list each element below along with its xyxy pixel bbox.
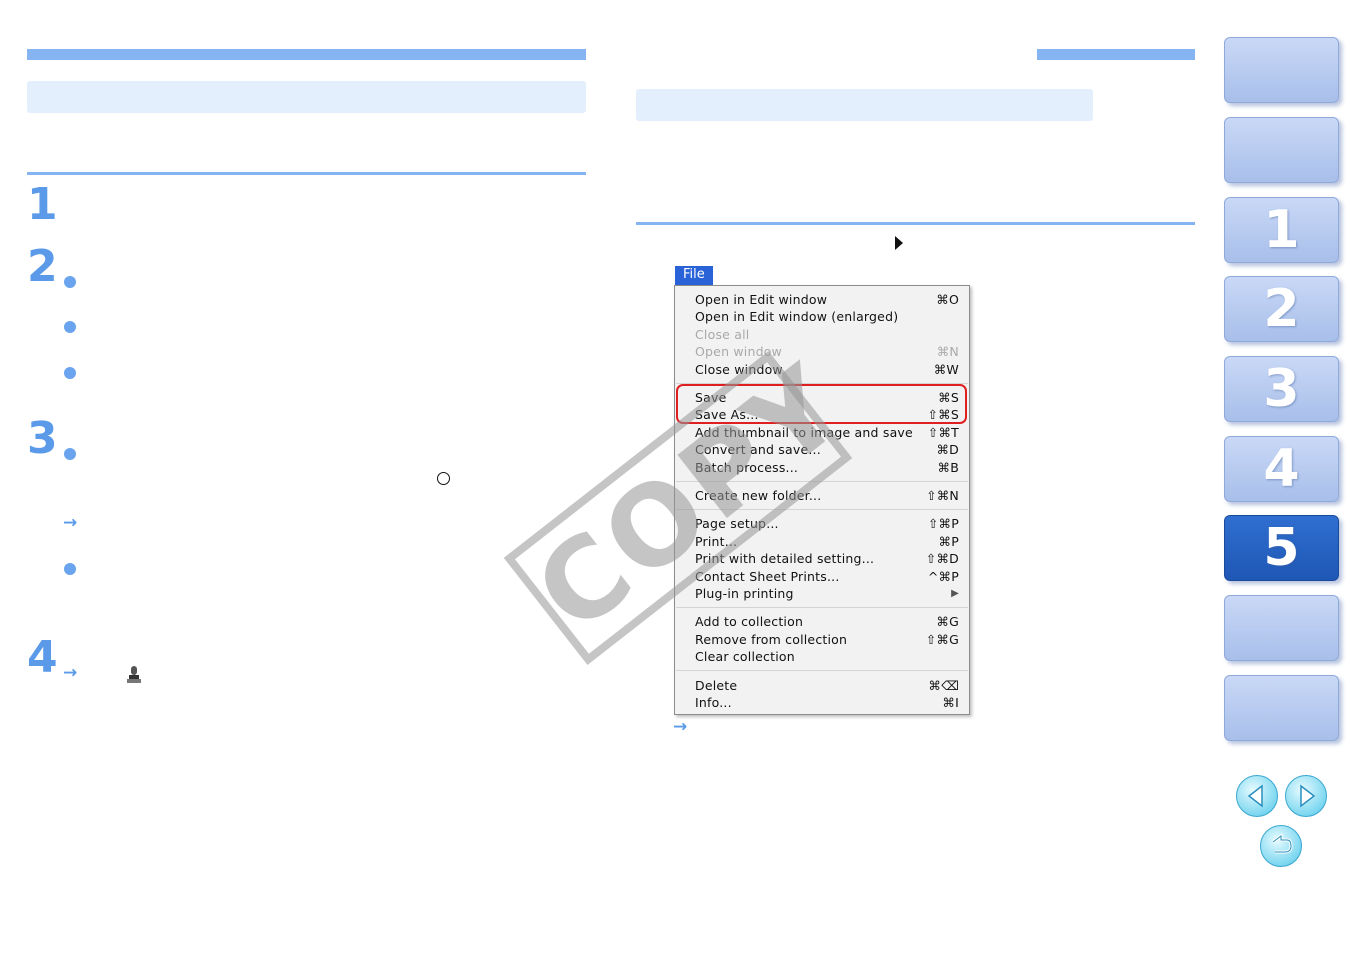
return-button[interactable] (1260, 825, 1302, 867)
step-number-2: 2 (27, 241, 58, 292)
bullet-icon (64, 321, 76, 333)
prev-arrow-icon (1247, 784, 1263, 808)
menu-item: Open window ⌘N (695, 344, 959, 359)
tab-chapter-4[interactable]: 4 (1224, 436, 1339, 502)
bullet-icon (64, 448, 76, 460)
menu-item[interactable]: Clear collection (695, 648, 959, 665)
tab-introduction[interactable] (1224, 117, 1339, 183)
bullet-icon (64, 563, 76, 575)
tab-index[interactable] (1224, 595, 1339, 661)
menu-item[interactable]: Remove from collection ⇧⌘G (695, 631, 959, 648)
left-header-bar (27, 49, 586, 60)
step-number-4: 4 (27, 632, 58, 683)
menu-item[interactable]: Contact Sheet Prints... ^⌘P (695, 568, 959, 585)
bullet-icon (64, 367, 76, 379)
tab-chapter-3[interactable]: 3 (1224, 356, 1339, 422)
menu-separator (676, 670, 968, 671)
tab-contents[interactable] (1224, 37, 1339, 103)
result-arrow-icon: → (673, 717, 688, 737)
tab-chapter-2[interactable]: 2 (1224, 276, 1339, 342)
circle-icon (437, 472, 450, 485)
menu-item[interactable]: Delete ⌘⌫ (695, 677, 959, 694)
result-arrow-icon: → (63, 663, 78, 683)
bullet-icon (64, 276, 76, 288)
menu-item[interactable]: Plug-in printing ▶ (695, 585, 959, 602)
tab-appendix[interactable] (1224, 675, 1339, 741)
menu-item[interactable]: Info... ⌘I (695, 694, 959, 711)
menu-separator (676, 607, 968, 608)
next-page-button[interactable] (1285, 775, 1327, 817)
return-icon (1272, 833, 1293, 854)
next-arrow-icon (1300, 784, 1316, 808)
stamp-icon (126, 665, 142, 685)
menu-item: Close all (695, 327, 750, 342)
file-menu-tab[interactable]: File (675, 266, 713, 285)
right-section-rule (636, 222, 1195, 225)
menu-item[interactable]: Open in Edit window ⌘O (695, 291, 959, 308)
menu-item[interactable]: Print with detailed setting... ⇧⌘D (695, 550, 959, 567)
tab-chapter-1[interactable]: 1 (1224, 197, 1339, 263)
menu-item[interactable]: Open in Edit window (enlarged) (695, 308, 959, 325)
step-number-3: 3 (27, 413, 58, 464)
left-title-panel (27, 81, 586, 113)
step-number-1: 1 (27, 179, 58, 230)
tab-chapter-5[interactable]: 5 (1224, 515, 1339, 581)
left-section-rule (27, 172, 586, 175)
right-title-panel (636, 89, 1093, 121)
menu-path-arrow-icon (895, 236, 903, 250)
right-header-bar (1037, 49, 1195, 60)
result-arrow-icon: → (63, 513, 78, 533)
menu-item[interactable]: Add to collection ⌘G (695, 613, 959, 630)
prev-page-button[interactable] (1236, 775, 1278, 817)
menu-item[interactable]: Close window ⌘W (695, 361, 959, 378)
